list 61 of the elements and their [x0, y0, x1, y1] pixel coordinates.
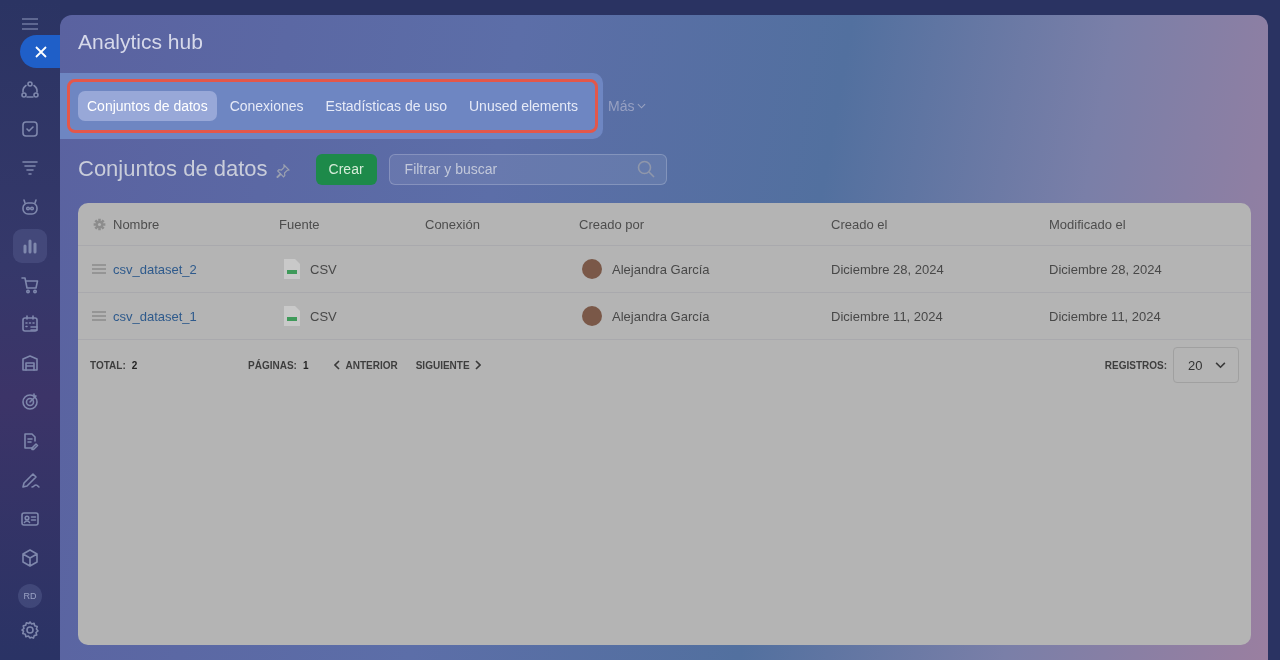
- target-icon: [20, 392, 40, 412]
- search-icon: [636, 159, 655, 178]
- box-icon: [20, 548, 40, 568]
- next-button[interactable]: SIGUIENTE: [413, 357, 483, 373]
- tab[interactable]: Conexiones: [220, 91, 313, 121]
- pen-icon: [20, 470, 40, 490]
- user-avatar[interactable]: RD: [18, 584, 42, 608]
- settings-icon[interactable]: [20, 620, 40, 640]
- page-number: 1: [302, 359, 309, 371]
- warehouse-icon: [20, 353, 40, 373]
- csv-file-icon: [284, 259, 300, 279]
- column-header[interactable]: Nombre: [113, 216, 160, 232]
- nodes-icon: [20, 80, 40, 100]
- dataset-link[interactable]: csv_dataset_2: [113, 261, 197, 277]
- sidebar-item[interactable]: [13, 229, 47, 263]
- page-heading: Conjuntos de datos: [78, 156, 268, 182]
- close-icon: [35, 45, 47, 58]
- checkbox-icon: [20, 119, 40, 139]
- drag-handle-icon[interactable]: [92, 311, 106, 321]
- table-cell: Diciembre 11, 2024: [1049, 308, 1161, 324]
- csv-file-icon: [284, 306, 300, 326]
- chevron-right-icon: [474, 360, 481, 370]
- funnel-icon: [20, 158, 40, 178]
- create-button[interactable]: Crear: [315, 153, 377, 185]
- column-header[interactable]: Creado el: [831, 216, 888, 232]
- avatar: [582, 306, 602, 326]
- column-header[interactable]: Modificado el: [1049, 216, 1126, 232]
- caret-icon: [637, 103, 647, 109]
- menu-icon[interactable]: [21, 17, 39, 31]
- calendar-icon: [20, 314, 40, 334]
- cart-icon: [20, 275, 40, 295]
- avatar: [582, 259, 602, 279]
- total-count: 2: [131, 359, 138, 371]
- column-header[interactable]: Creado por: [579, 216, 645, 232]
- pages-label: PÁGINAS:: [248, 359, 297, 371]
- chevron-down-icon: [1215, 361, 1226, 369]
- id-card-icon: [20, 509, 40, 529]
- total-label: TOTAL:: [90, 359, 126, 371]
- tab[interactable]: Estadísticas de uso: [316, 91, 456, 121]
- pin-icon[interactable]: [275, 164, 290, 178]
- table-cell: Diciembre 11, 2024: [831, 308, 943, 324]
- robot-icon: [20, 197, 40, 217]
- table-cell: Diciembre 28, 2024: [1049, 261, 1162, 277]
- column-header[interactable]: Fuente: [279, 216, 320, 232]
- tab[interactable]: Conjuntos de datos: [78, 91, 217, 121]
- chevron-left-icon: [334, 360, 341, 370]
- settings-icon[interactable]: [93, 217, 106, 231]
- table-cell: Diciembre 28, 2024: [831, 261, 944, 277]
- window-title: Analytics hub: [77, 29, 204, 55]
- table-cell: Alejandra García: [612, 308, 710, 324]
- tab[interactable]: Unused elements: [460, 91, 587, 121]
- records-select[interactable]: 20: [1173, 347, 1239, 383]
- previous-button[interactable]: ANTERIOR: [332, 357, 400, 373]
- column-header[interactable]: Conexión: [425, 216, 480, 232]
- table-cell: Alejandra García: [612, 261, 710, 277]
- records-label: REGISTROS:: [1104, 359, 1167, 371]
- dataset-link[interactable]: csv_dataset_1: [113, 308, 197, 324]
- table-cell: CSV: [310, 308, 337, 324]
- table-cell: CSV: [310, 261, 337, 277]
- drag-handle-icon[interactable]: [92, 264, 106, 274]
- close-button[interactable]: [20, 35, 60, 68]
